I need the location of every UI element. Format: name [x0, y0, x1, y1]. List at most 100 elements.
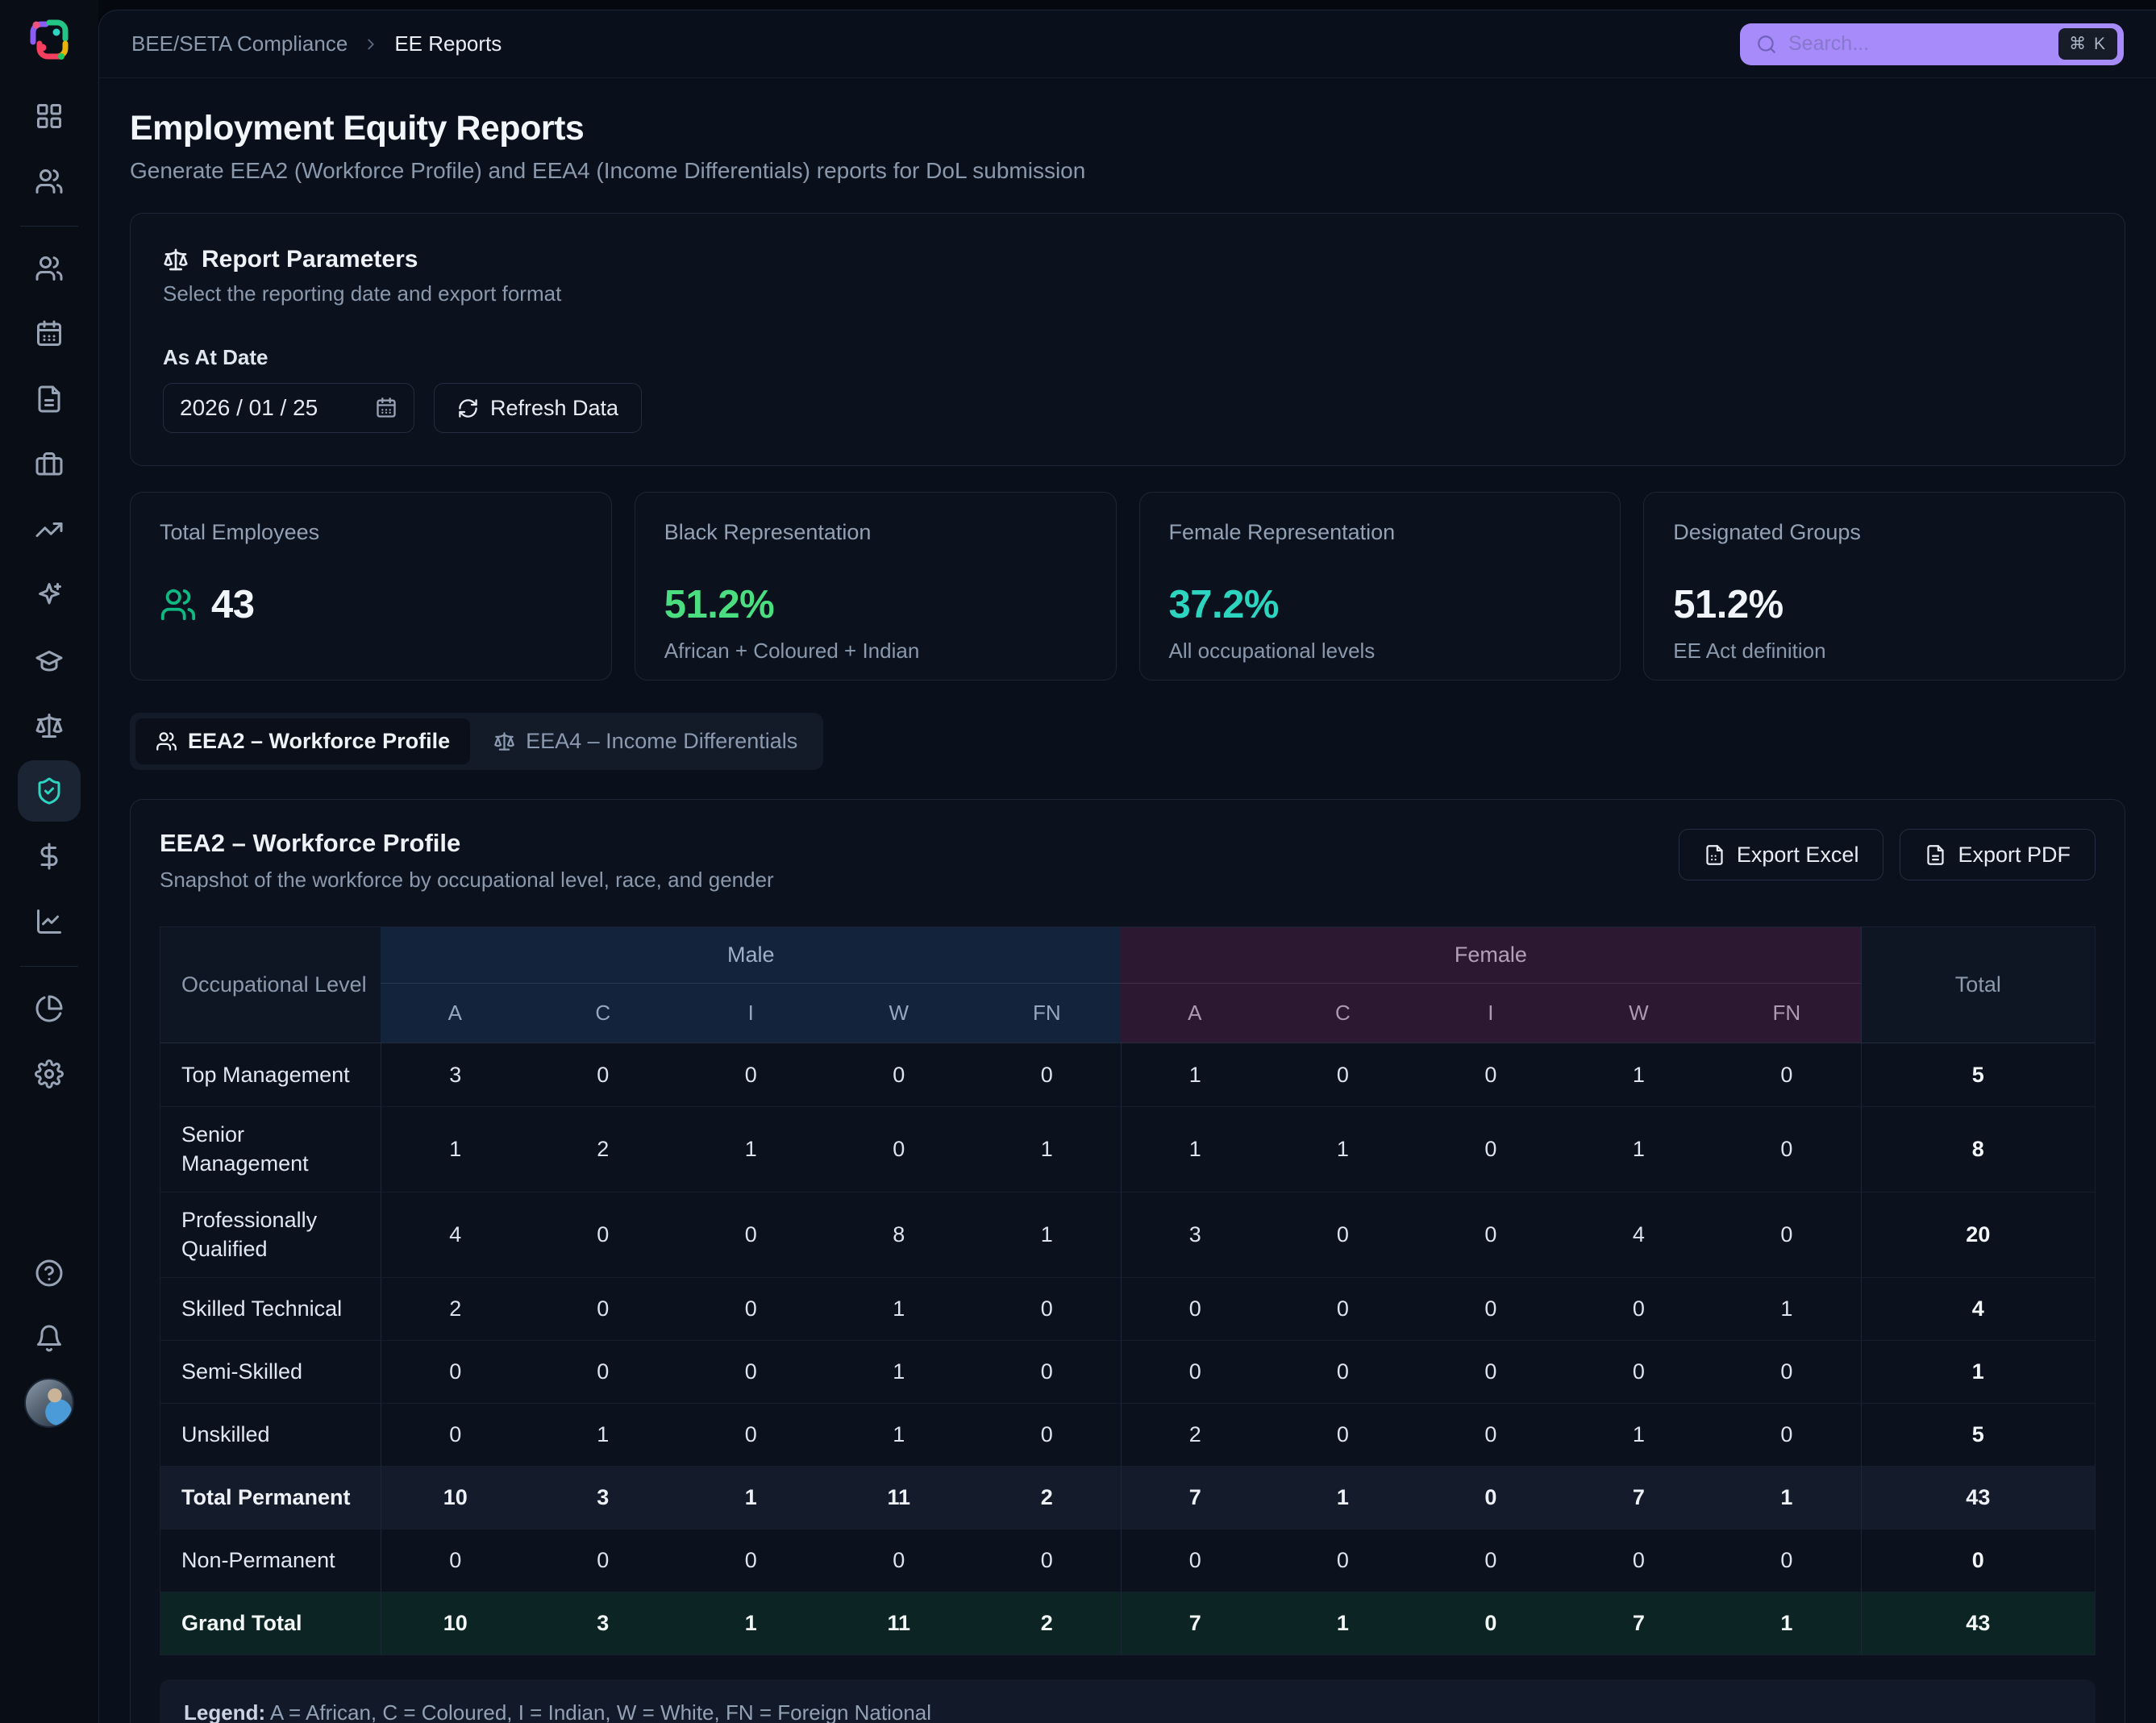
- cell-value: 10: [381, 1592, 529, 1654]
- user-avatar[interactable]: [24, 1378, 74, 1428]
- breadcrumb-parent[interactable]: BEE/SETA Compliance: [131, 31, 348, 56]
- cell-value: 0: [973, 1043, 1122, 1106]
- subcol-male-i: I: [677, 984, 826, 1043]
- sidebar-item-analytics[interactable]: [18, 891, 81, 952]
- scale-icon: [493, 730, 515, 752]
- cell-value: 4: [1565, 1192, 1713, 1277]
- sidebar-item-training[interactable]: [18, 630, 81, 691]
- search-input[interactable]: Search... ⌘ K: [1740, 23, 2124, 65]
- stat-value: 43: [211, 582, 255, 627]
- cell-value: 0: [1417, 1592, 1565, 1654]
- cell-value: 1: [973, 1106, 1122, 1192]
- cell-value: 1: [677, 1592, 826, 1654]
- subcol-female-c: C: [1269, 984, 1417, 1043]
- cell-value: 1: [1565, 1403, 1713, 1466]
- col-header-total: Total: [1861, 927, 2095, 1043]
- dashboard-grid-icon: [35, 102, 64, 131]
- export-buttons: Export Excel Export PDF: [1679, 829, 2096, 880]
- table-row: Skilled Technical20010000014: [160, 1277, 2095, 1340]
- users-icon: [156, 730, 177, 752]
- sidebar-item-briefcase[interactable]: [18, 434, 81, 495]
- cell-value: 0: [677, 1529, 826, 1592]
- cell-value: 1: [1713, 1277, 1861, 1340]
- sidebar-item-dashboard[interactable]: [18, 85, 81, 147]
- sidebar-item-legal[interactable]: [18, 695, 81, 756]
- sidebar-item-calendar[interactable]: [18, 303, 81, 364]
- cell-value: 0: [677, 1340, 826, 1403]
- cell-value: 0: [973, 1340, 1122, 1403]
- sidebar-item-compliance-active[interactable]: [18, 760, 81, 822]
- shield-check-icon: [35, 776, 64, 805]
- sidebar-item-notifications[interactable]: [18, 1308, 81, 1369]
- table-group-header-row: Occupational Level Male Female Total: [160, 927, 2095, 984]
- stat-subtext: All occupational levels: [1169, 639, 1592, 664]
- sidebar-item-payroll[interactable]: [18, 826, 81, 887]
- stat-subtext: EE Act definition: [1673, 639, 2096, 664]
- sidebar-item-reports[interactable]: [18, 978, 81, 1039]
- users-icon: [35, 254, 64, 283]
- cell-value: 0: [1417, 1340, 1565, 1403]
- sidebar-item-team[interactable]: [18, 151, 81, 212]
- sidebar-item-help[interactable]: [18, 1242, 81, 1304]
- cell-value: 0: [1713, 1106, 1861, 1192]
- cell-value: 2: [529, 1106, 677, 1192]
- dollar-icon: [35, 842, 64, 871]
- sidebar-item-employees[interactable]: [18, 238, 81, 299]
- row-total: 43: [1861, 1466, 2095, 1529]
- tab-eea2-workforce-profile[interactable]: EEA2 – Workforce Profile: [135, 718, 470, 764]
- row-label: Total Permanent: [160, 1466, 381, 1529]
- report-tabs: EEA2 – Workforce Profile EEA4 – Income D…: [130, 713, 823, 770]
- table-row: Grand Total10311127107143: [160, 1592, 2095, 1654]
- cell-value: 0: [529, 1529, 677, 1592]
- cell-value: 0: [677, 1403, 826, 1466]
- sidebar-item-documents[interactable]: [18, 368, 81, 430]
- table-legend: Legend: A = African, C = Coloured, I = I…: [160, 1679, 2096, 1723]
- cell-value: 3: [529, 1466, 677, 1529]
- cell-value: 2: [1121, 1403, 1269, 1466]
- subcol-female-i: I: [1417, 984, 1565, 1043]
- cell-value: 0: [1269, 1340, 1417, 1403]
- tab-label: EEA4 – Income Differentials: [526, 729, 797, 754]
- cell-value: 0: [1121, 1340, 1269, 1403]
- cell-value: 2: [973, 1592, 1122, 1654]
- workforce-profile-table: Occupational Level Male Female Total A C…: [160, 926, 2096, 1655]
- sidebar-item-ai[interactable]: [18, 564, 81, 626]
- scale-icon: [35, 711, 64, 740]
- cell-value: 1: [825, 1340, 973, 1403]
- stat-card-black-representation: Black Representation 51.2% African + Col…: [635, 492, 1117, 680]
- report-card-subtitle: Snapshot of the workforce by occupationa…: [160, 868, 774, 893]
- cell-value: 0: [1713, 1403, 1861, 1466]
- bell-icon: [35, 1324, 64, 1353]
- cell-value: 3: [529, 1592, 677, 1654]
- export-excel-button[interactable]: Export Excel: [1679, 829, 1884, 880]
- cell-value: 0: [1417, 1403, 1565, 1466]
- cell-value: 0: [1417, 1466, 1565, 1529]
- as-at-date-input[interactable]: 2026 / 01 / 25: [163, 383, 414, 433]
- cell-value: 0: [825, 1529, 973, 1592]
- cell-value: 3: [1121, 1192, 1269, 1277]
- table-row: Senior Management12101110108: [160, 1106, 2095, 1192]
- cell-value: 7: [1121, 1592, 1269, 1654]
- cell-value: 0: [529, 1043, 677, 1106]
- table-subheader-row: A C I W FN A C I W FN: [160, 984, 2095, 1043]
- cell-value: 7: [1565, 1592, 1713, 1654]
- table-row: Unskilled01010200105: [160, 1403, 2095, 1466]
- search-icon: [1756, 34, 1777, 55]
- top-bar: BEE/SETA Compliance EE Reports Search...…: [99, 10, 2156, 78]
- users-icon: [160, 586, 197, 623]
- cell-value: 1: [1713, 1466, 1861, 1529]
- help-circle-icon: [35, 1259, 64, 1288]
- cell-value: 0: [973, 1277, 1122, 1340]
- sidebar-item-performance[interactable]: [18, 499, 81, 560]
- cell-value: 0: [973, 1403, 1122, 1466]
- tab-eea4-income-differentials[interactable]: EEA4 – Income Differentials: [473, 718, 818, 764]
- report-parameters-subtitle: Select the reporting date and export for…: [163, 281, 2092, 306]
- subcol-male-a: A: [381, 984, 529, 1043]
- as-at-date-label: As At Date: [163, 345, 2092, 370]
- export-pdf-button[interactable]: Export PDF: [1900, 829, 2096, 880]
- report-table-body: Top Management30000100105Senior Manageme…: [160, 1043, 2095, 1654]
- refresh-data-button[interactable]: Refresh Data: [434, 383, 642, 433]
- cell-value: 0: [1269, 1192, 1417, 1277]
- cell-value: 0: [1713, 1529, 1861, 1592]
- sidebar-item-settings[interactable]: [18, 1043, 81, 1105]
